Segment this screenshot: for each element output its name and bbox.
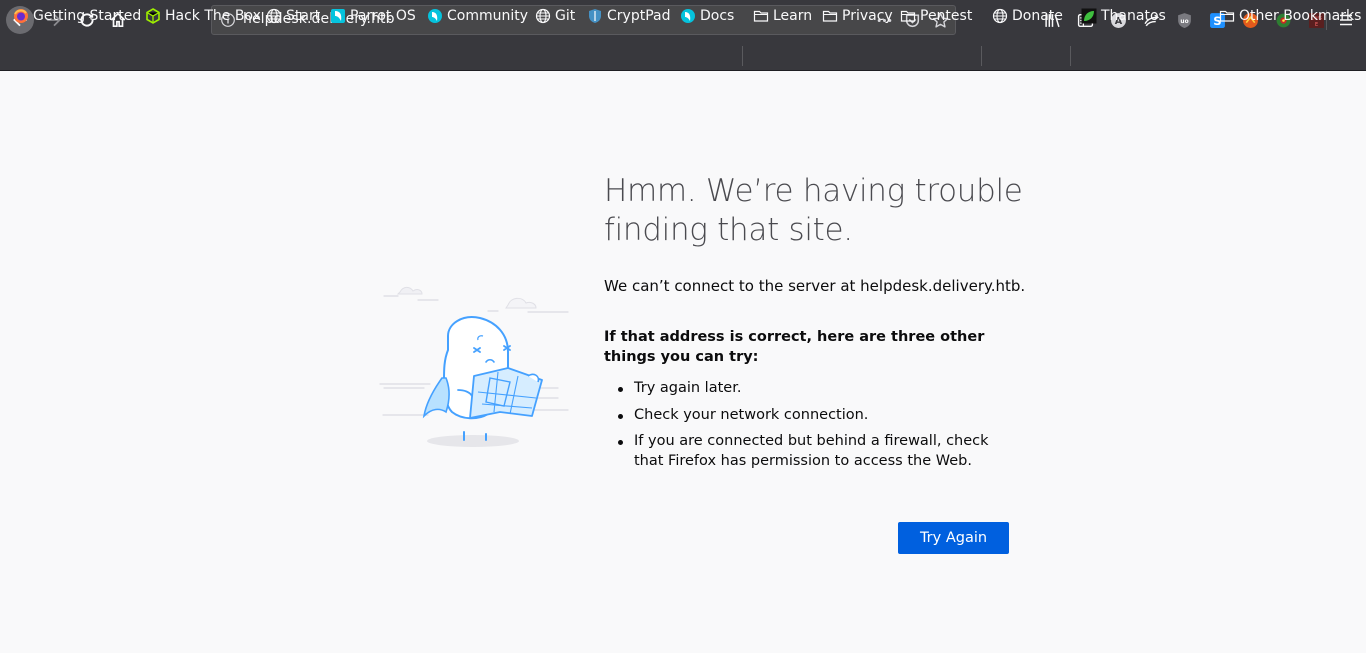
bookmark-folder-privacy[interactable]: Privacy [822,6,893,26]
bookmark-hack-the-box[interactable]: Hack The Box [145,6,261,26]
globe-icon [535,8,551,24]
shield-icon [587,8,603,24]
parrot-icon [330,8,346,24]
bookmarks-toolbar [0,40,1366,71]
error-description: We can’t connect to the server at helpde… [604,277,1026,295]
suggestion-item: Check your network connection. [616,406,1006,426]
bookmark-separator [981,46,982,66]
ublock-icon[interactable]: uo [1172,10,1197,30]
leaf-icon [1081,8,1097,24]
bookmark-git[interactable]: Git [535,6,575,26]
bookmark-folder-learn[interactable]: Learn [753,6,812,26]
bookmark-separator [742,46,743,66]
lost-monster-illustration [379,286,569,447]
bookmark-folder-pentest[interactable]: Pentest [900,6,972,26]
suggestion-item: Try again later. [616,379,1006,399]
suggestion-item: If you are connected but behind a firewa… [616,432,1006,471]
bookmark-folder-other[interactable]: Other Bookmarks [1219,6,1361,26]
firefox-icon [13,8,29,24]
error-subtitle: If that address is correct, here are thr… [604,329,985,365]
bookmark-cryptpad[interactable]: CryptPad [587,6,670,26]
bookmark-docs[interactable]: Docs [680,6,734,26]
cube-icon [145,8,161,24]
bookmark-thanatos[interactable]: Thanatos [1081,6,1166,26]
folder-icon [1219,8,1235,24]
try-again-button[interactable]: Try Again [898,522,1009,554]
bookmark-parrot-os[interactable]: Parrot OS [330,6,416,26]
folder-icon [900,8,916,24]
bookmark-getting-started[interactable]: Getting Started [13,6,141,26]
globe-icon [266,8,282,24]
error-title: Hmm. We’re having trouble finding that s… [604,173,1023,248]
bookmark-separator [1070,46,1071,66]
error-suggestions: Try again later. Check your network conn… [616,379,1006,478]
bookmark-start[interactable]: Start [266,6,320,26]
folder-icon [822,8,838,24]
folder-icon [753,8,769,24]
bookmark-community[interactable]: Community [427,6,528,26]
globe-icon [992,8,1008,24]
bookmark-donate[interactable]: Donate [992,6,1063,26]
error-page: Hmm. We’re having trouble finding that s… [0,72,1366,653]
parrot-community-icon [427,8,443,24]
parrot-docs-icon [680,8,696,24]
svg-text:uo: uo [1180,19,1188,25]
